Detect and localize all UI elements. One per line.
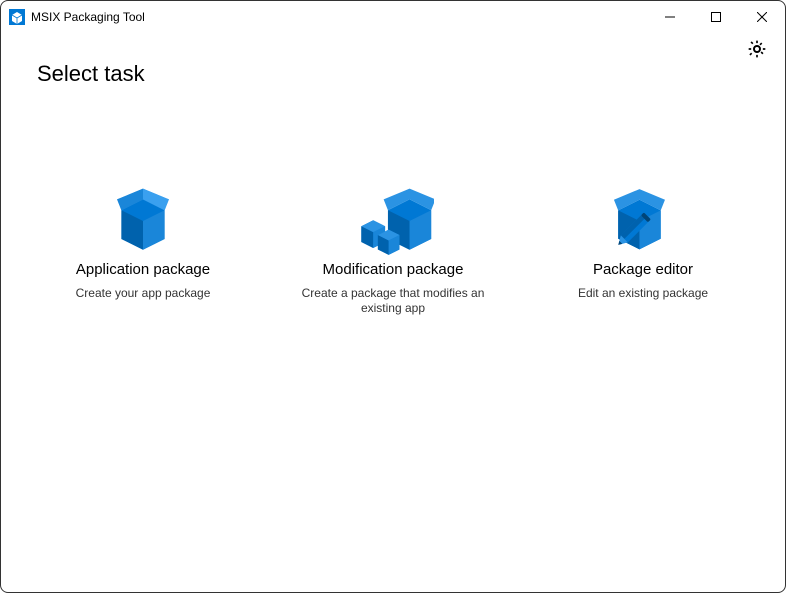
gear-icon	[747, 39, 767, 59]
task-title: Modification package	[296, 261, 490, 280]
close-button[interactable]	[739, 1, 785, 33]
maximize-button[interactable]	[693, 1, 739, 33]
app-icon	[9, 9, 25, 25]
window-controls	[647, 1, 785, 33]
box-group-icon	[296, 185, 490, 257]
task-description: Edit an existing package	[546, 286, 740, 302]
task-description: Create your app package	[46, 286, 240, 302]
task-title: Application package	[46, 261, 240, 280]
content-area: Select task Application package C	[1, 33, 785, 592]
box-icon	[46, 185, 240, 257]
task-description: Create a package that modifies an existi…	[296, 286, 490, 317]
window-title: MSIX Packaging Tool	[31, 10, 145, 24]
task-application-package[interactable]: Application package Create your app pack…	[38, 177, 248, 325]
minimize-button[interactable]	[647, 1, 693, 33]
box-pencil-icon	[546, 185, 740, 257]
settings-button[interactable]	[745, 37, 769, 61]
task-modification-package[interactable]: Modification package Create a package th…	[288, 177, 498, 325]
task-package-editor[interactable]: Package editor Edit an existing package	[538, 177, 748, 325]
titlebar: MSIX Packaging Tool	[1, 1, 785, 33]
task-title: Package editor	[546, 261, 740, 280]
tasks-row: Application package Create your app pack…	[37, 177, 749, 325]
page-title: Select task	[37, 61, 749, 87]
